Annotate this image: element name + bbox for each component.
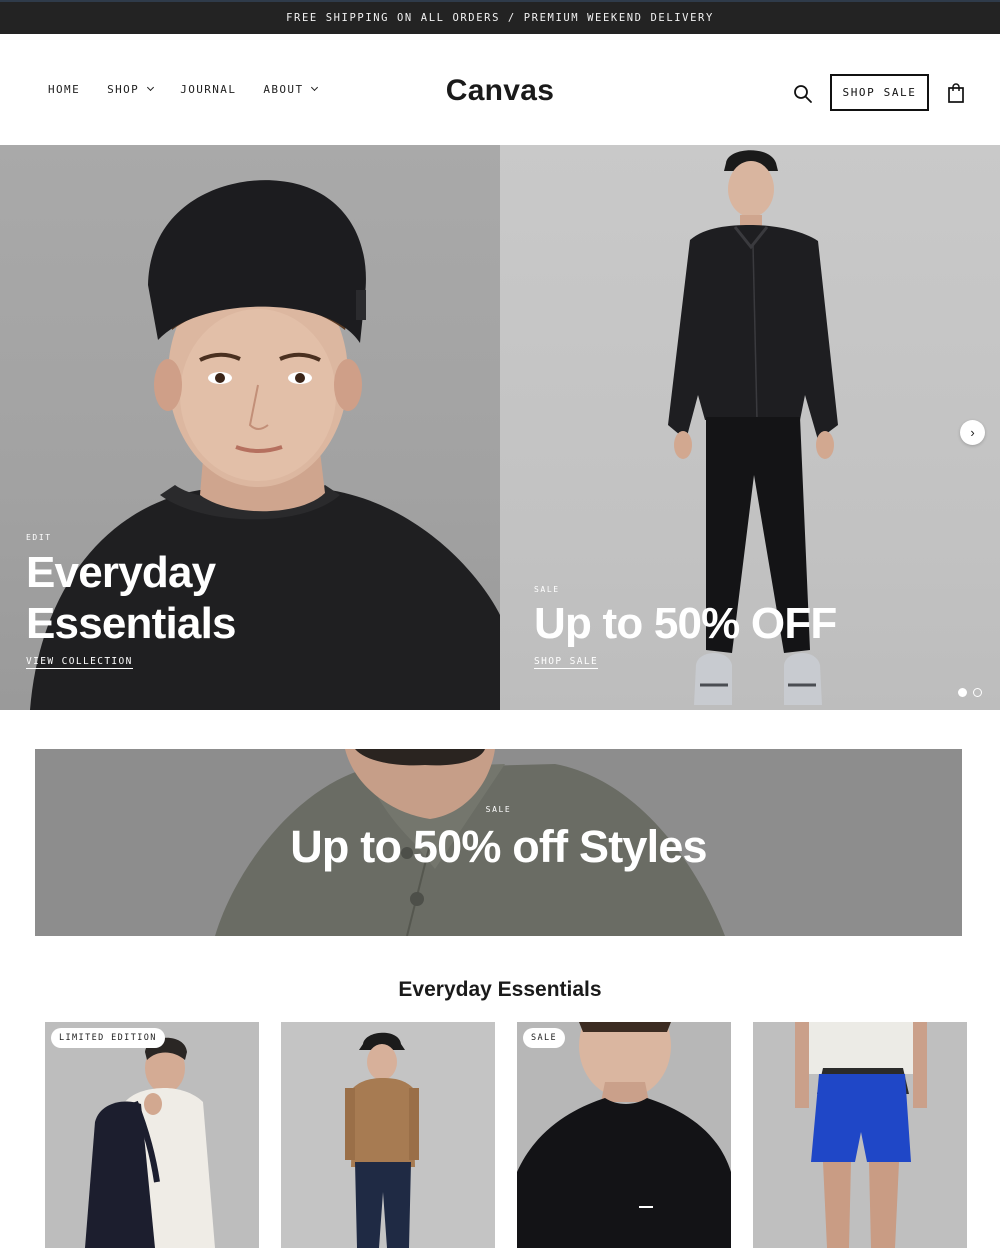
- banner-eyebrow: SALE: [485, 805, 512, 814]
- shop-sale-button-label: SHOP SALE: [842, 86, 917, 99]
- slider-pagination: [958, 688, 982, 697]
- main-nav: HOME SHOP JOURNAL ABOUT: [48, 34, 344, 145]
- hero-title-line: Essentials: [26, 599, 236, 648]
- hero-slide-sale[interactable]: SALE Up to 50% OFF SHOP SALE: [500, 145, 1000, 710]
- announcement-bar: FREE SHIPPING ON ALL ORDERS / PREMIUM WE…: [0, 0, 1000, 34]
- slider-dot-1[interactable]: [958, 688, 967, 697]
- nav-item-label: ABOUT: [263, 83, 304, 96]
- product-card[interactable]: LIMITED EDITION: [45, 1022, 259, 1248]
- nav-item-shop[interactable]: SHOP: [107, 83, 155, 96]
- section-title: Everyday Essentials: [398, 978, 602, 1001]
- product-card[interactable]: [753, 1022, 967, 1248]
- nav-item-about[interactable]: ABOUT: [263, 83, 319, 96]
- chevron-down-icon: [311, 83, 319, 92]
- slider-next-button[interactable]: ›: [960, 420, 985, 445]
- banner-title: Up to 50% off Styles: [290, 821, 707, 872]
- product-image: [45, 1022, 259, 1248]
- chevron-down-icon: [147, 83, 155, 92]
- hero-slide-essentials[interactable]: EDIT Everyday Essentials VIEW COLLECTION: [0, 145, 500, 710]
- nav-item-home[interactable]: HOME: [48, 83, 80, 96]
- hero-slider: EDIT Everyday Essentials VIEW COLLECTION: [0, 145, 1000, 710]
- product-image: [517, 1022, 731, 1248]
- nav-item-label: SHOP: [107, 83, 140, 96]
- hero-eyebrow: EDIT: [26, 533, 52, 542]
- shopping-bag-icon[interactable]: [947, 83, 965, 103]
- product-badge: LIMITED EDITION: [51, 1028, 165, 1048]
- hero-eyebrow: SALE: [534, 585, 560, 594]
- product-image: [281, 1022, 495, 1248]
- hero-title: Up to 50% OFF: [534, 599, 837, 648]
- shop-sale-button[interactable]: SHOP SALE: [830, 74, 929, 111]
- slider-dot-2[interactable]: [973, 688, 982, 697]
- hero-title-line: Everyday: [26, 548, 216, 597]
- brand-logo[interactable]: Canvas: [446, 74, 555, 107]
- search-icon[interactable]: [793, 84, 813, 104]
- nav-item-journal[interactable]: JOURNAL: [180, 83, 236, 96]
- announcement-text: FREE SHIPPING ON ALL ORDERS / PREMIUM WE…: [286, 12, 714, 24]
- sale-banner[interactable]: SALE Up to 50% off Styles: [35, 749, 962, 936]
- site-header: HOME SHOP JOURNAL ABOUT Canvas SHOP SALE: [0, 34, 1000, 145]
- product-badge: SALE: [523, 1028, 566, 1048]
- product-card[interactable]: SALE: [517, 1022, 731, 1248]
- nav-item-label: HOME: [48, 83, 81, 96]
- hero-title: Everyday Essentials: [26, 547, 236, 649]
- view-collection-link[interactable]: VIEW COLLECTION: [26, 656, 133, 669]
- shop-sale-link[interactable]: SHOP SALE: [534, 656, 599, 669]
- chevron-right-icon: ›: [970, 425, 975, 440]
- nav-item-label: JOURNAL: [180, 83, 237, 96]
- product-image: [753, 1022, 967, 1248]
- product-card[interactable]: [281, 1022, 495, 1248]
